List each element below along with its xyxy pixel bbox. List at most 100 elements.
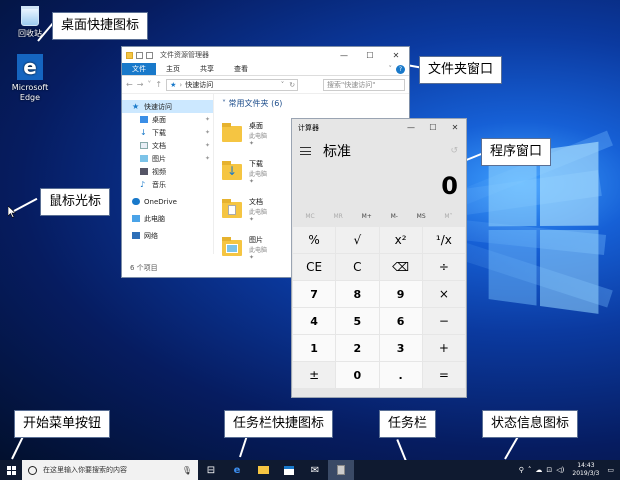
decimal-button[interactable]: . <box>379 362 422 388</box>
sidebar-item-onedrive[interactable]: OneDrive <box>122 195 213 208</box>
taskbar-search-box[interactable]: 在这里输入你要搜索的内容 🎙 <box>22 460 198 480</box>
star-icon: ★ <box>132 102 140 111</box>
digit-7-button[interactable]: 7 <box>293 281 336 307</box>
digit-6-button[interactable]: 6 <box>379 308 422 334</box>
square-root-button[interactable]: √ <box>336 227 379 253</box>
memory-list-button[interactable]: M˅ <box>444 213 452 220</box>
tab-share[interactable]: 共享 <box>190 63 224 75</box>
digit-9-button[interactable]: 9 <box>379 281 422 307</box>
digit-2-button[interactable]: 2 <box>336 335 379 361</box>
forward-arrow-icon[interactable]: → <box>137 80 144 89</box>
recent-dropdown-icon[interactable]: ˅ <box>147 80 151 89</box>
multiply-button[interactable]: × <box>422 281 465 307</box>
sidebar-item-music[interactable]: ♪ 音乐 <box>122 178 213 191</box>
refresh-icon[interactable]: ↻ <box>289 81 297 89</box>
digit-4-button[interactable]: 4 <box>293 308 336 334</box>
folder-icon <box>222 199 242 218</box>
network-icon[interactable]: ⊡ <box>546 466 552 474</box>
menu-icon[interactable] <box>300 147 311 155</box>
start-button[interactable] <box>0 460 22 480</box>
history-icon[interactable]: ↺ <box>450 146 458 156</box>
divide-button[interactable]: ÷ <box>422 254 465 280</box>
tab-home[interactable]: 主页 <box>156 63 190 75</box>
maximize-button[interactable]: ☐ <box>422 123 444 132</box>
negate-button[interactable]: ± <box>293 362 336 388</box>
memory-add-button[interactable]: M+ <box>362 213 372 220</box>
reciprocal-button[interactable]: ¹/x <box>422 227 465 253</box>
chevron-up-icon[interactable]: ˄ <box>528 466 532 474</box>
desktop-icon-recycle-bin[interactable]: 回收站 <box>2 6 58 39</box>
sidebar-item-desktop[interactable]: 桌面 ✦ <box>122 113 213 126</box>
sidebar-item-this-pc[interactable]: 此电脑 <box>122 212 213 225</box>
calculator-taskbar-icon[interactable] <box>328 460 354 480</box>
tab-file[interactable]: 文件 <box>122 63 156 75</box>
clock[interactable]: 14:43 2019/3/3 <box>572 462 599 478</box>
explorer-search-input[interactable]: 搜索"快速访问" <box>323 78 405 91</box>
callout-taskbar: 任务栏 <box>379 410 437 438</box>
sidebar-item-label: 图片 <box>152 154 166 163</box>
percent-button[interactable]: % <box>293 227 336 253</box>
video-icon <box>140 168 148 175</box>
file-explorer-icon[interactable] <box>250 460 276 480</box>
sidebar-item-network[interactable]: 网络 <box>122 229 213 242</box>
clock-date: 2019/3/3 <box>572 470 600 477</box>
digit-0-button[interactable]: 0 <box>336 362 379 388</box>
calculator-window[interactable]: 计算器 — ☐ ✕ 标准 ↺ 0 MC MR M+ M- MS M˅ % √ x… <box>291 118 467 398</box>
digit-8-button[interactable]: 8 <box>336 281 379 307</box>
desktop-icon-edge[interactable]: e Microsoft Edge <box>2 54 58 103</box>
back-arrow-icon[interactable]: ← <box>126 80 133 89</box>
minimize-button[interactable]: — <box>331 51 357 60</box>
explorer-address-row: ← → ˅ ↑ ★ › 快速访问 ˅ ↻ 搜索"快速访问" <box>122 76 409 94</box>
people-icon[interactable]: ⚲ <box>519 466 524 474</box>
group-header[interactable]: ˅ 常用文件夹 (6) <box>222 98 401 109</box>
folder-location: 此电脑 <box>249 133 268 140</box>
square-button[interactable]: x² <box>379 227 422 253</box>
chevron-down-icon[interactable]: ˅ <box>281 81 287 89</box>
memory-recall-button[interactable]: MR <box>334 213 343 220</box>
calculator-title-bar[interactable]: 计算器 — ☐ ✕ <box>292 119 466 136</box>
search-placeholder: 在这里输入你要搜索的内容 <box>43 466 127 474</box>
sidebar-item-documents[interactable]: 文档 ✦ <box>122 139 213 152</box>
sidebar-item-downloads[interactable]: ↓ 下载 ✦ <box>122 126 213 139</box>
sidebar-item-videos[interactable]: 视频 <box>122 165 213 178</box>
expand-ribbon-icon[interactable]: ˅ <box>389 63 393 75</box>
folder-name: 文档 <box>249 198 263 206</box>
sidebar-item-quick-access[interactable]: ★ 快速访问 <box>122 100 213 113</box>
explorer-title-bar[interactable]: 文件资源管理器 — ☐ ✕ <box>122 47 409 63</box>
memory-clear-button[interactable]: MC <box>305 213 314 220</box>
close-button[interactable]: ✕ <box>444 123 466 132</box>
help-icon[interactable]: ? <box>396 65 405 74</box>
digit-5-button[interactable]: 5 <box>336 308 379 334</box>
up-arrow-icon[interactable]: ↑ <box>155 80 162 89</box>
clear-button[interactable]: C <box>336 254 379 280</box>
memory-subtract-button[interactable]: M- <box>391 213 398 220</box>
onedrive-icon[interactable]: ☁ <box>535 466 542 474</box>
store-icon[interactable] <box>276 460 302 480</box>
sidebar-item-pictures[interactable]: 图片 ✦ <box>122 152 213 165</box>
microphone-icon[interactable]: 🎙 <box>182 466 192 475</box>
digit-1-button[interactable]: 1 <box>293 335 336 361</box>
memory-store-button[interactable]: MS <box>417 213 426 220</box>
backspace-button[interactable]: ⌫ <box>379 254 422 280</box>
edge-icon[interactable]: e <box>224 460 250 480</box>
volume-icon[interactable]: ◁) <box>556 466 564 474</box>
add-button[interactable]: + <box>422 335 465 361</box>
memory-row: MC MR M+ M- MS M˅ <box>292 206 466 227</box>
digit-3-button[interactable]: 3 <box>379 335 422 361</box>
new-folder-icon[interactable] <box>146 51 153 59</box>
task-view-icon[interactable]: ⊟ <box>198 460 224 480</box>
close-button[interactable]: ✕ <box>383 51 409 60</box>
subtract-button[interactable]: − <box>422 308 465 334</box>
explorer-ribbon: 文件 主页 共享 查看 ˅ ? <box>122 63 409 76</box>
callout-taskbar-shortcuts: 任务栏快捷图标 <box>224 410 334 438</box>
maximize-button[interactable]: ☐ <box>357 51 383 60</box>
address-bar[interactable]: ★ › 快速访问 ˅ ↻ <box>166 78 299 91</box>
properties-icon[interactable] <box>136 51 143 59</box>
notification-icon[interactable]: ▭ <box>607 466 614 474</box>
tab-view[interactable]: 查看 <box>224 63 258 75</box>
clear-entry-button[interactable]: CE <box>293 254 336 280</box>
minimize-button[interactable]: — <box>400 123 422 132</box>
mail-icon[interactable]: ✉ <box>302 460 328 480</box>
edge-icon: e <box>17 54 43 80</box>
equals-button[interactable]: = <box>422 362 465 388</box>
